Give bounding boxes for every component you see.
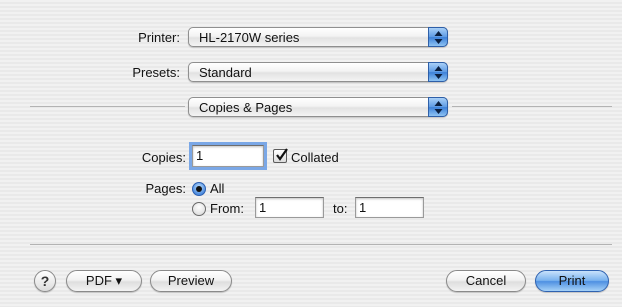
popup-arrows-icon	[428, 27, 448, 47]
pdf-menu-button[interactable]: PDF ▾	[66, 270, 142, 292]
collated-checkbox[interactable]	[273, 148, 288, 163]
help-button[interactable]: ?	[34, 270, 56, 292]
pages-label: Pages:	[145, 181, 186, 196]
pages-range-radio[interactable]	[192, 202, 206, 216]
print-button[interactable]: Print	[535, 270, 609, 292]
popup-arrows-icon	[428, 97, 448, 117]
pages-to-label: to:	[333, 201, 348, 216]
presets-popup[interactable]: Standard	[188, 62, 448, 82]
pages-from-label: From:	[210, 201, 244, 216]
collated-label: Collated	[291, 150, 339, 165]
pages-from-input[interactable]: 1	[255, 197, 324, 218]
separator-right	[452, 106, 612, 107]
pages-to-input[interactable]: 1	[355, 197, 424, 218]
panel-popup-value: Copies & Pages	[199, 100, 293, 115]
checkmark-icon	[276, 148, 288, 161]
cancel-button[interactable]: Cancel	[446, 270, 526, 292]
bottom-separator	[30, 244, 612, 245]
preview-button[interactable]: Preview	[150, 270, 232, 292]
popup-arrows-icon	[428, 62, 448, 82]
presets-popup-value: Standard	[199, 65, 252, 80]
panel-popup[interactable]: Copies & Pages	[188, 97, 448, 117]
pages-all-label: All	[210, 181, 225, 196]
pages-all-radio[interactable]	[192, 182, 206, 196]
copies-label: Copies:	[141, 150, 186, 165]
printer-popup-value: HL-2170W series	[199, 30, 300, 45]
presets-label: Presets:	[132, 65, 180, 80]
separator-left	[30, 106, 185, 107]
printer-popup[interactable]: HL-2170W series	[188, 27, 448, 47]
copies-input[interactable]: 1	[189, 142, 267, 170]
printer-label: Printer:	[138, 30, 180, 45]
